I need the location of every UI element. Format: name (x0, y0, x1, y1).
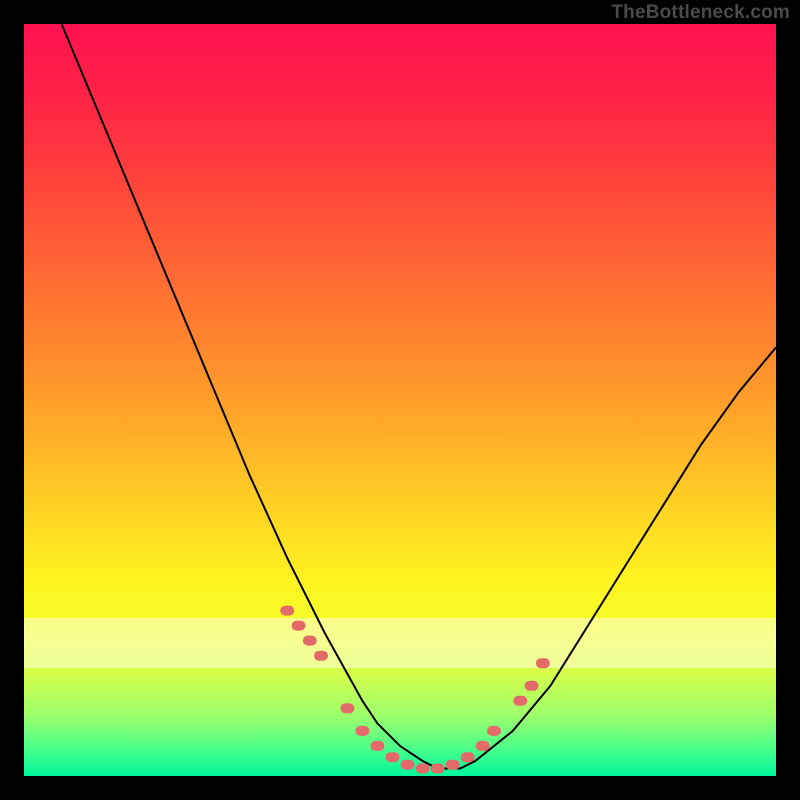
marker-dot (536, 658, 550, 668)
plot-frame (24, 24, 776, 776)
marker-dot (386, 752, 400, 762)
marker-dot (314, 651, 328, 661)
bottleneck-curve (62, 24, 776, 769)
marker-dot (461, 752, 475, 762)
marker-dot (303, 636, 317, 646)
marker-dot (401, 760, 415, 770)
watermark-label: TheBottleneck.com (611, 2, 790, 24)
marker-dot (476, 741, 490, 751)
marker-dots (280, 606, 550, 774)
marker-dot (513, 696, 527, 706)
marker-dot (280, 606, 294, 616)
marker-dot (431, 764, 445, 774)
marker-dot (446, 760, 460, 770)
marker-dot (355, 726, 369, 736)
marker-dot (292, 621, 306, 631)
marker-dot (340, 703, 354, 713)
marker-dot (370, 741, 384, 751)
marker-dot (525, 681, 539, 691)
marker-dot (416, 764, 430, 774)
marker-dot (487, 726, 501, 736)
bottleneck-chart (24, 24, 776, 776)
